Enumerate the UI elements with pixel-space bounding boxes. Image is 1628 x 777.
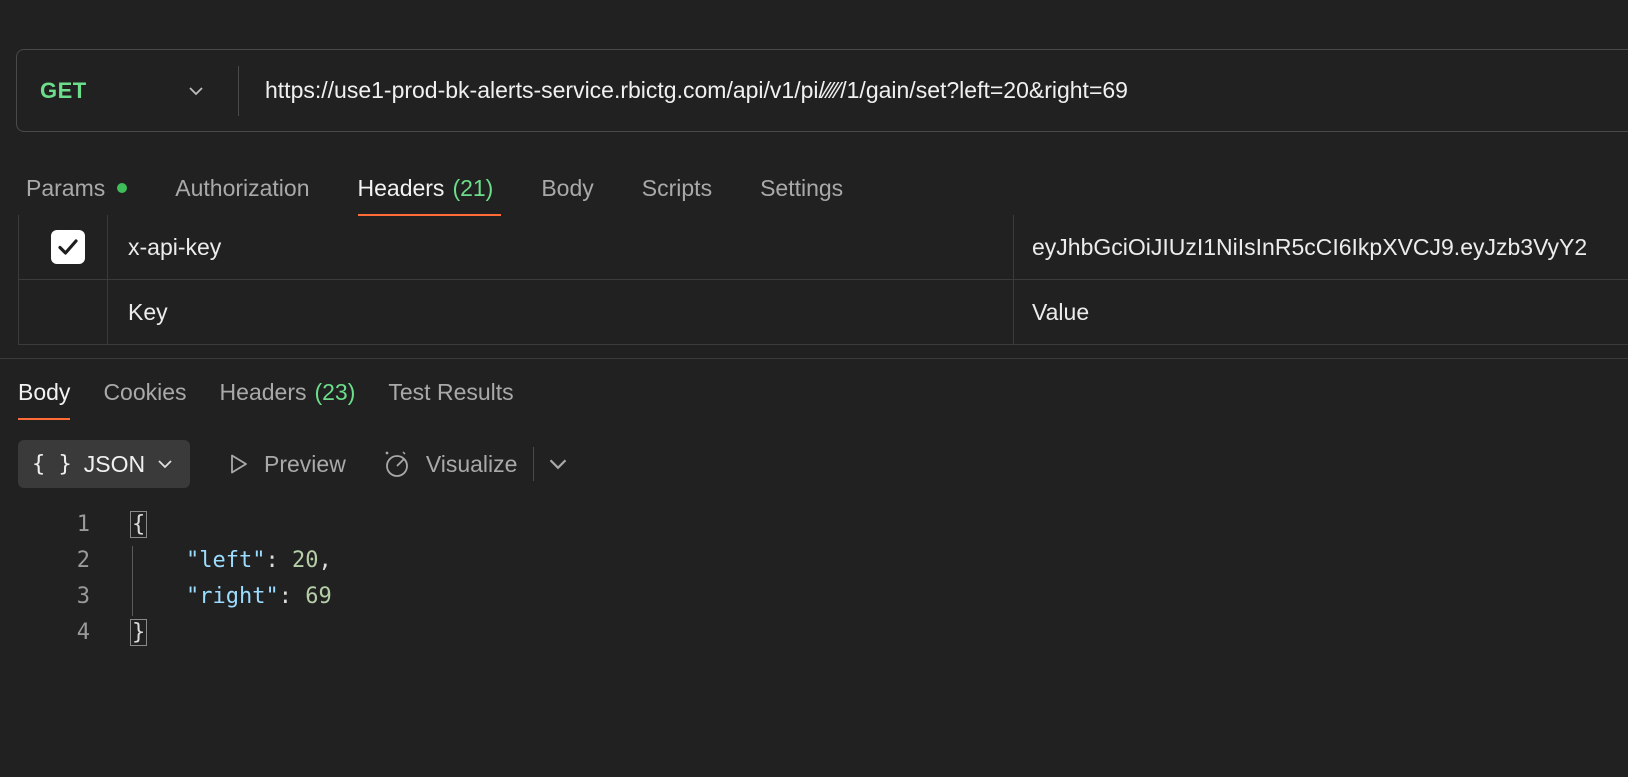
- method-label: GET: [40, 77, 87, 103]
- table-row: x-api-key eyJhbGciOiJIUzI1NiIsInR5cCI6Ik…: [18, 215, 1628, 280]
- header-value-cell[interactable]: eyJhbGciOiJIUzI1NiIsInR5cCI6IkpXVCJ9.eyJ…: [1014, 215, 1628, 279]
- tab-headers-label: Headers: [357, 174, 445, 201]
- pane-divider[interactable]: [0, 358, 1628, 359]
- tab-scripts[interactable]: Scripts: [642, 160, 712, 216]
- json-value: 20: [291, 547, 319, 573]
- code-line: 4 }: [0, 614, 148, 650]
- response-body-editor[interactable]: 1 { 2 "left": 20, 3 "right": 69 4 }: [0, 506, 332, 650]
- request-bar: GET https://use1-prod-bk-alerts-service.…: [16, 49, 1628, 132]
- tab-authorization[interactable]: Authorization: [175, 160, 309, 216]
- code-line: 2 "left": 20,: [0, 542, 332, 578]
- preview-button[interactable]: Preview: [226, 451, 346, 478]
- tab-response-headers[interactable]: Headers (23): [220, 364, 356, 420]
- new-value-input[interactable]: Value: [1014, 280, 1628, 344]
- code-line: 3 "right": 69: [0, 578, 332, 614]
- format-label: JSON: [83, 450, 146, 477]
- header-enabled-checkbox[interactable]: [51, 230, 85, 264]
- tab-params-label: Params: [26, 174, 106, 201]
- row-checkbox-cell: [18, 215, 108, 279]
- header-key-cell[interactable]: x-api-key: [108, 215, 1014, 279]
- tab-test-results-label: Test Results: [388, 378, 514, 405]
- row-checkbox-cell: [18, 280, 108, 344]
- toolbar-separator: [533, 447, 535, 481]
- braces-icon: { }: [32, 451, 72, 477]
- response-tabs: Body Cookies Headers (23) Test Results: [18, 364, 547, 420]
- response-format-toolbar: { } JSON Preview Visualize: [18, 440, 568, 488]
- line-number: 4: [76, 619, 90, 645]
- checkmark-icon: [58, 239, 78, 255]
- preview-label: Preview: [264, 450, 346, 477]
- format-dropdown[interactable]: { } JSON: [18, 440, 190, 488]
- tab-settings-label: Settings: [760, 174, 844, 201]
- close-brace: }: [130, 618, 148, 646]
- chevron-down-icon: [189, 86, 203, 95]
- visualize-button[interactable]: Visualize: [382, 449, 518, 479]
- tab-test-results[interactable]: Test Results: [388, 364, 513, 420]
- table-row-empty: Key Value: [18, 280, 1628, 345]
- json-key: "left": [186, 547, 266, 573]
- open-brace: {: [130, 510, 148, 538]
- tab-body[interactable]: Body: [541, 160, 593, 216]
- indent-guide: [132, 546, 133, 616]
- chevron-down-icon[interactable]: [548, 454, 568, 474]
- play-icon: [231, 454, 247, 474]
- tab-headers-count: (21): [452, 174, 494, 201]
- tab-authorization-label: Authorization: [175, 174, 310, 201]
- json-comma: ,: [318, 547, 332, 573]
- method-selector[interactable]: GET: [17, 65, 239, 116]
- headers-table: x-api-key eyJhbGciOiJIUzI1NiIsInR5cCI6Ik…: [18, 215, 1628, 345]
- tab-settings[interactable]: Settings: [760, 160, 843, 216]
- tab-cookies[interactable]: Cookies: [103, 364, 186, 420]
- json-key: "right": [186, 583, 279, 609]
- line-number: 3: [76, 583, 90, 609]
- tab-cookies-label: Cookies: [103, 378, 187, 405]
- url-input[interactable]: https://use1-prod-bk-alerts-service.rbic…: [239, 77, 1128, 104]
- tab-response-body-label: Body: [18, 378, 71, 405]
- tab-response-headers-label: Headers: [219, 378, 307, 405]
- params-active-dot: [117, 183, 128, 193]
- chevron-down-icon: [158, 460, 172, 469]
- line-number: 2: [76, 547, 90, 573]
- tab-response-body[interactable]: Body: [18, 364, 71, 420]
- code-line: 1 {: [0, 506, 148, 542]
- tab-body-label: Body: [541, 174, 594, 201]
- tab-response-headers-count: (23): [314, 378, 356, 405]
- request-tabs: Params Authorization Headers (21) Body S…: [26, 160, 891, 216]
- line-number: 1: [76, 511, 90, 537]
- visualize-label: Visualize: [425, 450, 518, 477]
- tab-scripts-label: Scripts: [641, 174, 713, 201]
- visualize-icon: [385, 451, 408, 477]
- tab-params[interactable]: Params: [26, 160, 128, 216]
- tab-headers[interactable]: Headers (21): [357, 160, 502, 216]
- json-value: 69: [305, 583, 332, 609]
- postman-window: GET https://use1-prod-bk-alerts-service.…: [0, 0, 1628, 777]
- new-key-input[interactable]: Key: [108, 280, 1014, 344]
